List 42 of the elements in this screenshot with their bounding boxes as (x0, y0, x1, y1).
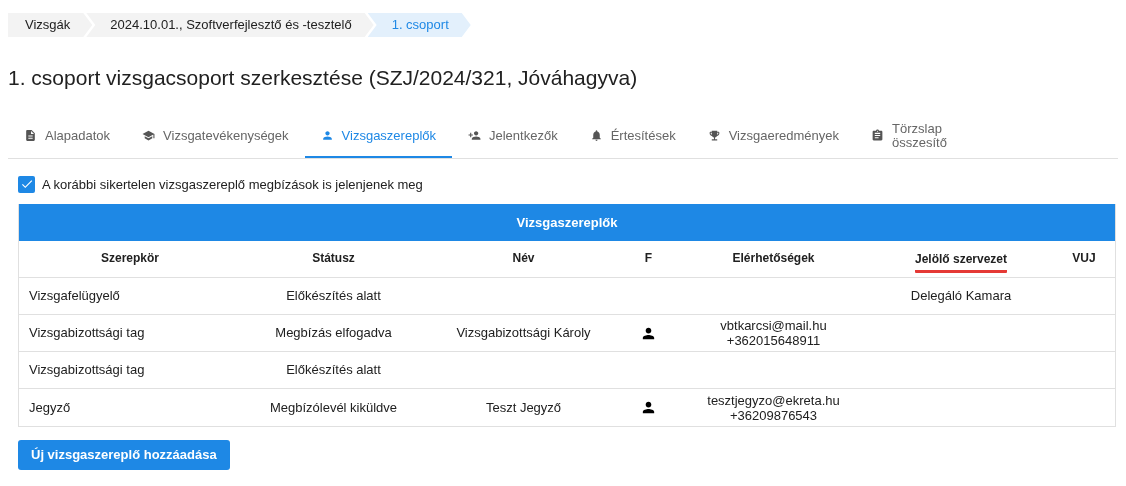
person-add-icon (468, 129, 481, 142)
document-icon (24, 129, 37, 142)
column-header: Jelölő szervezet (914, 249, 1007, 273)
column-header: Név (512, 250, 535, 267)
table-cell-text: Delegáló Kamara (910, 287, 1012, 306)
table-cell-text: Megbízás elfogadva (275, 324, 392, 343)
table-cell: vbtkarcsi@mail.hu +362015648911 (720, 318, 827, 348)
breadcrumb-item[interactable]: 1. csoport (367, 13, 471, 37)
add-participant-button[interactable]: Új vizsgaszereplő hozzáadása (18, 440, 230, 470)
table-cell-text: Vizsgabizottsági tag (29, 361, 145, 380)
column-header: VUJ (1072, 250, 1096, 267)
tab[interactable]: Alapadatok (8, 115, 127, 158)
page-title: 1. csoport vizsgacsoport szerkesztése (SZJ/2024/321, Jóváhagyva) (7, 65, 639, 91)
clipboard-icon (871, 129, 884, 142)
column-header: F (644, 250, 653, 267)
table-cell-text: Vizsgabizottsági Károly (456, 324, 591, 343)
trophy-icon (707, 129, 721, 142)
bell-icon (589, 129, 603, 142)
breadcrumb-item[interactable]: Vizsgák (8, 13, 93, 37)
column-header: Elérhetőségek (732, 250, 815, 267)
tab[interactable]: Törzslap összesítő (855, 115, 965, 158)
table-cell-text: Előkészítés alatt (286, 361, 381, 380)
column-header: Státusz (312, 250, 355, 267)
tab[interactable]: Vizsgaeredmények (691, 115, 855, 158)
tab[interactable]: Vizsgatevékenységek (126, 115, 305, 158)
table-cell-text: Jegyző (29, 398, 71, 417)
graduation-cap-icon (142, 129, 156, 142)
table-cell-text: Előkészítés alatt (286, 287, 381, 306)
column-header: Szerepkör (101, 250, 159, 267)
breadcrumb-item[interactable]: 2024.10.01., Szoftverfejlesztő és -tesztelő (86, 13, 374, 37)
table-cell-text: Vizsgafelügyelő (29, 287, 120, 306)
checkbox[interactable] (18, 175, 35, 193)
person-icon (320, 129, 334, 142)
tab[interactable]: Értesítések (573, 115, 692, 158)
table-title-bar: Vizsgaszereplők (19, 204, 1115, 241)
table-cell-text: Vizsgabizottsági tag (29, 324, 145, 343)
table-cell-text: Megbízólevél kiküldve (269, 398, 398, 417)
table-cell: tesztjegyzo@ekreta.hu +36209876543 (707, 392, 840, 423)
tab[interactable]: Jelentkezők (452, 115, 574, 158)
table-cell-text: Teszt Jegyző (485, 398, 562, 417)
checkbox-label: A korábbi sikertelen vizsgaszereplő megbízások is jelenjenek meg (42, 175, 423, 194)
tab[interactable]: Vizsgaszereplők (304, 115, 452, 158)
